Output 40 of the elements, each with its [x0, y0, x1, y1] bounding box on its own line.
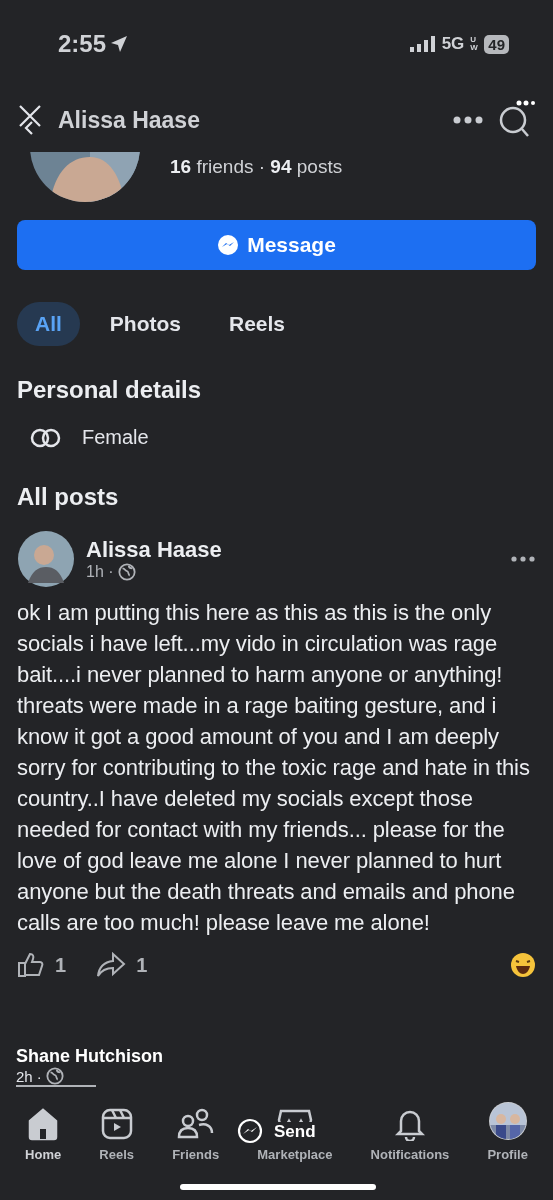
- reels-icon: [99, 1107, 134, 1141]
- share-icon[interactable]: [96, 952, 127, 978]
- profile-stats: 16 friends · 94 posts: [170, 156, 343, 178]
- network-band-label: UW: [470, 36, 479, 52]
- signal-icon: [409, 36, 436, 52]
- messenger-icon: [236, 1118, 264, 1146]
- messenger-icon: [217, 234, 240, 256]
- post-text: ok I am putting this here as this as this is the only socials i have left...my vido in circulation was rage bait....i never planned to harm anyone or anything! threats were made in a rage baiting gesture, and i know it got a good amount of you and I am deeply sorry for contributing to the toxic rage and hate in this country..I have deleted my socials except those needed for contact with my friends... please for the love of god leave me alone I never planned to hurt anyone but the death threats and emails and phone calls are too much! please leave me alone!: [16, 599, 531, 937]
- filter-tab[interactable]: Reels: [211, 302, 304, 346]
- friends-icon: [176, 1107, 215, 1141]
- message-button[interactable]: Message: [17, 220, 536, 270]
- gender-icon: [30, 427, 62, 448]
- network-type: 5G: [441, 34, 465, 54]
- battery-level: 49: [484, 34, 509, 54]
- post-author[interactable]: Alissa Haase: [86, 537, 499, 563]
- filter-tab[interactable]: Photos: [91, 302, 199, 346]
- nav-tab[interactable]: Profile: [487, 1100, 528, 1162]
- send-label: Send: [272, 1122, 318, 1142]
- nav-tab[interactable]: Home: [25, 1100, 62, 1162]
- more-icon[interactable]: [453, 116, 483, 124]
- section-heading: All posts: [16, 483, 120, 511]
- location-arrow-icon: [110, 35, 129, 53]
- filter-tab[interactable]: All: [17, 302, 80, 346]
- post-time: 1h ·: [86, 563, 114, 581]
- nav-tab[interactable]: Friends: [172, 1100, 220, 1162]
- avatar[interactable]: [18, 531, 74, 587]
- overlay-time: 2h ·: [16, 1067, 42, 1085]
- overlay-name: Shane Hutchison: [16, 1046, 163, 1067]
- more-icon[interactable]: [511, 556, 535, 562]
- nav-tab[interactable]: Reels: [99, 1100, 135, 1162]
- profile-name-title: Alissa Haase: [58, 106, 201, 134]
- detail-text: Female: [82, 426, 149, 449]
- like-icon[interactable]: [17, 952, 45, 978]
- laughing-emoji-icon: [510, 952, 536, 978]
- clock-time: 2:55: [58, 30, 107, 58]
- close-icon[interactable]: [18, 104, 44, 136]
- section-heading: Personal details: [16, 376, 203, 404]
- like-count: 1: [55, 953, 67, 977]
- share-count: 1: [136, 953, 148, 977]
- nav-tab[interactable]: Notifications: [370, 1100, 450, 1162]
